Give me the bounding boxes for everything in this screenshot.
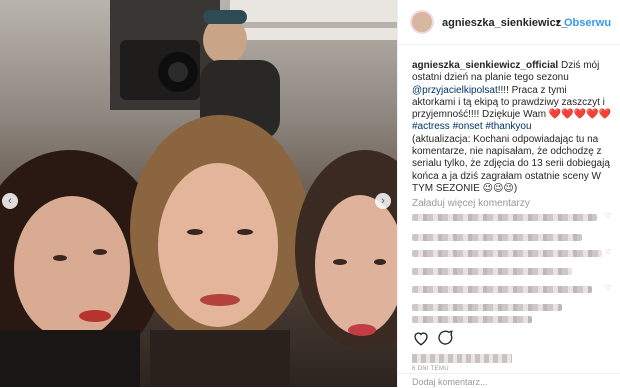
caption-hashtags[interactable]: #actress #onset #thankyou bbox=[412, 121, 532, 132]
post-caption: agnieszka_sienkiewicz_official Dziś mój … bbox=[412, 60, 612, 195]
blurred-comment bbox=[412, 316, 532, 323]
post-photo[interactable]: ‹ › bbox=[0, 0, 397, 387]
caption-emoji: 😉😉😉) bbox=[482, 182, 518, 194]
add-comment-bar[interactable]: Dodaj komentarz... bbox=[398, 373, 620, 388]
post-username[interactable]: agnieszka_sienkiewicz_ bbox=[442, 17, 567, 29]
comment-icon[interactable] bbox=[436, 329, 454, 347]
avatar[interactable] bbox=[410, 10, 434, 34]
like-heart-icon[interactable] bbox=[412, 329, 430, 347]
caption-hearts: ❤️❤️❤️❤️❤️ bbox=[548, 109, 612, 121]
selfie-image bbox=[0, 0, 397, 387]
blurred-comment bbox=[412, 286, 592, 293]
caption-mention[interactable]: @przyjacielkipolsat bbox=[412, 85, 498, 96]
blurred-comment bbox=[412, 268, 572, 275]
comment-like-icon[interactable]: ♡ bbox=[605, 284, 611, 292]
blurred-comment bbox=[412, 214, 597, 221]
follow-button[interactable]: Obserwu bbox=[564, 17, 611, 29]
blurred-comment bbox=[412, 304, 562, 311]
likes-count-blurred bbox=[412, 354, 512, 363]
add-comment-input[interactable]: Dodaj komentarz... bbox=[412, 377, 488, 387]
instagram-post-frame: ‹ › agnieszka_sienkiewicz_ • Obserwu agn… bbox=[0, 0, 620, 387]
load-more-comments-link[interactable]: Załaduj więcej komentarzy bbox=[412, 198, 530, 209]
blurred-comment bbox=[412, 250, 602, 257]
separator-dot: • bbox=[556, 16, 560, 28]
previous-photo-arrow-icon[interactable]: ‹ bbox=[2, 193, 18, 209]
next-photo-arrow-icon[interactable]: › bbox=[375, 193, 391, 209]
post-sidebar: agnieszka_sienkiewicz_ • Obserwu agniesz… bbox=[397, 0, 620, 387]
blurred-comment bbox=[412, 234, 582, 241]
comment-like-icon[interactable]: ♡ bbox=[605, 248, 611, 256]
post-timestamp: 6 DNI TEMU bbox=[412, 366, 449, 372]
caption-username[interactable]: agnieszka_sienkiewicz_official bbox=[412, 60, 558, 71]
post-header: agnieszka_sienkiewicz_ • Obserwu bbox=[398, 0, 620, 45]
comment-like-icon[interactable]: ♡ bbox=[605, 212, 611, 220]
